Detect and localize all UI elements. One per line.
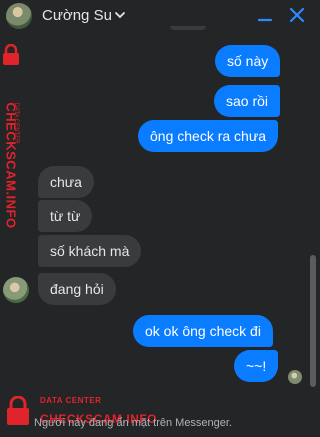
message-bubble-incoming[interactable]: số khách mà xyxy=(38,235,142,267)
message-bubble-outgoing[interactable]: ok ok ông check đi xyxy=(133,315,273,347)
contact-avatar[interactable] xyxy=(6,3,32,29)
presence-status-text: Người này đang ẩn mặt trên Messenger. xyxy=(34,417,233,429)
scrollbar[interactable] xyxy=(310,255,316,387)
minimize-icon[interactable] xyxy=(257,8,273,24)
chat-header: Cường Su xyxy=(0,0,318,32)
message-bubble-outgoing[interactable]: sao rồi xyxy=(214,85,281,117)
message-bubble-outgoing[interactable]: ông check ra chưa xyxy=(138,120,278,152)
watermark-bottom-caption: DATA CENTER xyxy=(40,396,102,405)
watermark-side-brand: CHECKSCAM.INFO xyxy=(3,102,19,229)
message-bubble-outgoing[interactable]: số này xyxy=(215,45,281,77)
watermark-side: DATA CENTER CHECKSCAM.INFO xyxy=(0,38,22,238)
contact-name[interactable]: Cường Su xyxy=(42,7,112,24)
close-icon[interactable] xyxy=(288,6,306,24)
message-bubble-incoming[interactable]: từ từ xyxy=(38,200,93,232)
message-bubble-incoming[interactable]: đang hỏi xyxy=(38,273,116,305)
watermark-bottom: DATA CENTER CHECKSCAM.INFO xyxy=(0,392,318,437)
message-bubble-incoming[interactable]: chưa xyxy=(38,166,94,198)
seen-indicator-avatar xyxy=(288,370,302,384)
lock-icon xyxy=(3,44,19,65)
chevron-down-icon[interactable] xyxy=(114,9,126,21)
sender-avatar[interactable] xyxy=(3,277,29,303)
lock-icon xyxy=(7,396,29,425)
message-bubble-outgoing[interactable]: ~~! xyxy=(234,350,279,382)
partial-bubble xyxy=(170,26,206,30)
